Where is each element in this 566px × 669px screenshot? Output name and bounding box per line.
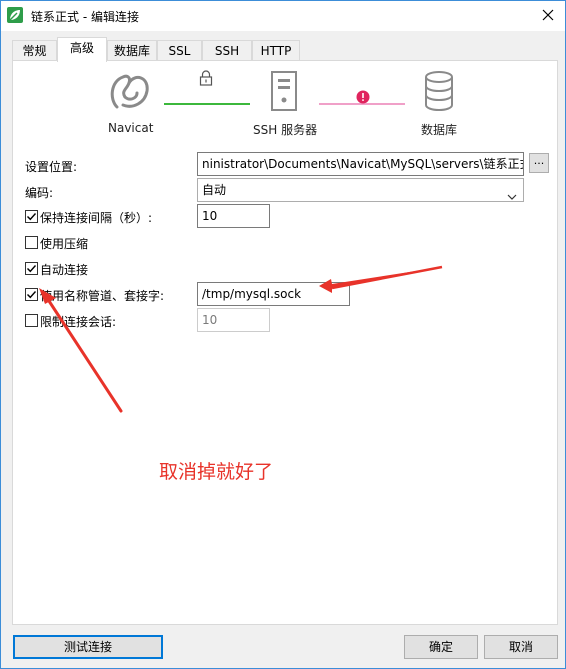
keepalive-interval-input[interactable]: 10 bbox=[197, 204, 270, 228]
error-dot-icon bbox=[356, 90, 370, 107]
annotation-text: 取消掉就好了 bbox=[159, 461, 274, 483]
keepalive-checkbox[interactable] bbox=[25, 210, 38, 223]
cancel-button[interactable]: 取消 bbox=[484, 635, 558, 659]
link-line-green bbox=[164, 96, 250, 110]
server-icon bbox=[271, 71, 297, 114]
encoding-value: 自动 bbox=[202, 183, 227, 197]
ok-button[interactable]: 确定 bbox=[404, 635, 478, 659]
advanced-panel: Navicat SSH 服务器 数据库 设置位置: ninistrator\Do… bbox=[12, 60, 558, 625]
database-icon bbox=[424, 71, 454, 114]
tab-ssl[interactable]: SSL bbox=[157, 40, 202, 61]
browse-button[interactable]: ... bbox=[529, 153, 549, 173]
edit-connection-window: 链系正式 - 编辑连接 常规 高级 数据库 SSL SSH HTTP Navic… bbox=[0, 0, 566, 669]
tab-ssh[interactable]: SSH bbox=[202, 40, 252, 61]
location-field[interactable]: ninistrator\Documents\Navicat\MySQL\serv… bbox=[197, 152, 524, 176]
ssh-node-label: SSH 服务器 bbox=[253, 123, 318, 137]
close-icon[interactable] bbox=[535, 3, 561, 27]
tab-advanced[interactable]: 高级 bbox=[57, 37, 107, 62]
window-title: 链系正式 - 编辑连接 bbox=[31, 10, 139, 24]
database-node-label: 数据库 bbox=[421, 123, 458, 137]
socket-path-input[interactable]: /tmp/mysql.sock bbox=[197, 282, 350, 306]
session-limit-input[interactable]: 10 bbox=[197, 308, 270, 332]
named-pipe-label: 使用名称管道、套接字: bbox=[40, 289, 165, 303]
tab-general[interactable]: 常规 bbox=[12, 40, 57, 61]
navicat-node-label: Navicat bbox=[108, 121, 154, 135]
keepalive-label: 保持连接间隔（秒）: bbox=[40, 211, 153, 225]
encoding-select[interactable]: 自动 bbox=[197, 178, 524, 202]
test-connection-button[interactable]: 测试连接 bbox=[13, 635, 163, 659]
tab-http[interactable]: HTTP bbox=[252, 40, 300, 61]
navicat-logo-icon bbox=[107, 69, 153, 116]
title-bar: 链系正式 - 编辑连接 bbox=[1, 1, 565, 31]
named-pipe-checkbox[interactable] bbox=[25, 288, 38, 301]
encoding-label: 编码: bbox=[25, 186, 54, 200]
compression-label: 使用压缩 bbox=[40, 237, 89, 251]
location-label: 设置位置: bbox=[25, 160, 78, 174]
chevron-down-icon bbox=[507, 186, 517, 201]
tab-database[interactable]: 数据库 bbox=[107, 40, 157, 61]
auto-connect-label: 自动连接 bbox=[40, 263, 89, 277]
compression-checkbox[interactable] bbox=[25, 236, 38, 249]
auto-connect-checkbox[interactable] bbox=[25, 262, 38, 275]
navicat-leaf-icon bbox=[7, 7, 23, 23]
lock-icon bbox=[199, 70, 213, 89]
session-limit-checkbox[interactable] bbox=[25, 314, 38, 327]
session-limit-label: 限制连接会话: bbox=[40, 315, 117, 329]
